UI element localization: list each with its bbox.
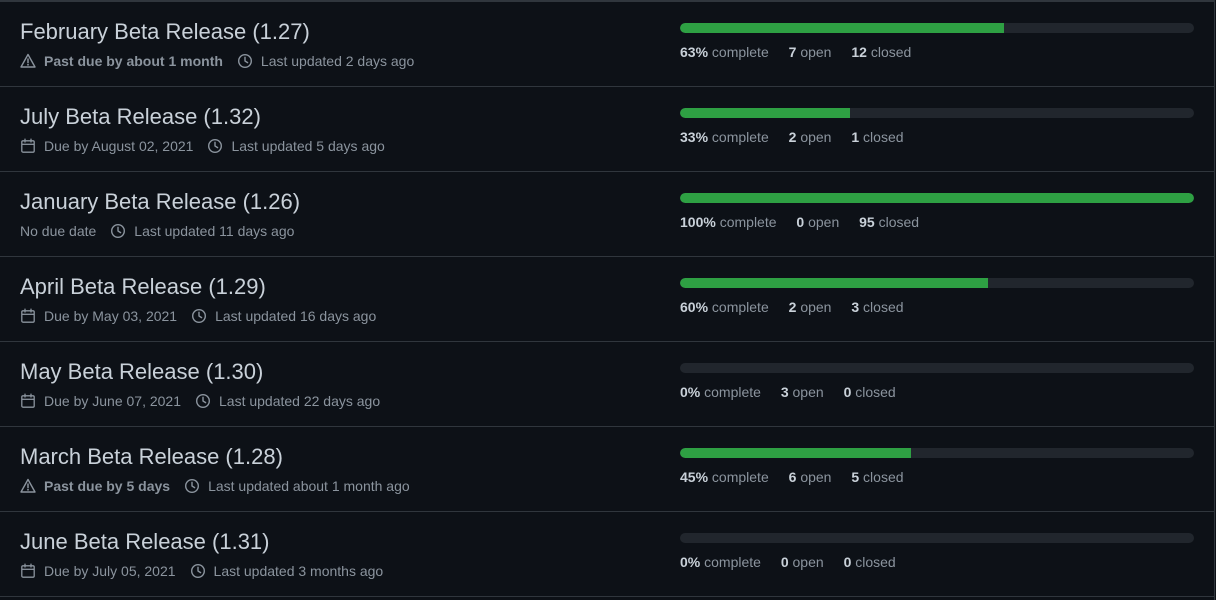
- updated-text: Last updated 22 days ago: [219, 393, 381, 409]
- updated-text: Last updated 11 days ago: [134, 223, 295, 239]
- updated-info: Last updated 3 months ago: [190, 562, 384, 580]
- due-text: No due date: [20, 223, 97, 239]
- milestone-row: June Beta Release (1.31) Due by July 05,…: [0, 512, 1214, 597]
- progress-fill: [680, 448, 912, 458]
- clock-icon: [207, 138, 223, 154]
- closed-count[interactable]: 0 closed: [844, 553, 896, 571]
- due-text: Due by July 05, 2021: [44, 563, 176, 579]
- clock-icon: [110, 223, 126, 239]
- due-text: Due by May 03, 2021: [44, 308, 178, 324]
- open-count[interactable]: 2 open: [789, 298, 832, 316]
- alert-icon: [20, 53, 36, 69]
- due-info: Due by June 07, 2021: [20, 392, 181, 410]
- milestone-title[interactable]: January Beta Release (1.26): [20, 188, 308, 216]
- updated-text: Last updated 16 days ago: [215, 308, 377, 324]
- milestone-row: January Beta Release (1.26) No due date …: [0, 172, 1214, 257]
- due-text: Past due by 5 days: [44, 478, 171, 494]
- calendar-icon: [20, 393, 36, 409]
- open-count[interactable]: 3 open: [781, 383, 824, 401]
- open-count[interactable]: 0 open: [796, 213, 839, 231]
- closed-count[interactable]: 3 closed: [851, 298, 903, 316]
- milestone-row: April Beta Release (1.29) Due by May 03,…: [0, 257, 1214, 342]
- closed-count[interactable]: 0 closed: [844, 383, 896, 401]
- percent-complete: 100% complete: [680, 214, 777, 230]
- milestone-row: February Beta Release (1.27) Past due by…: [0, 2, 1214, 87]
- updated-info: Last updated 16 days ago: [191, 307, 376, 325]
- milestone-title[interactable]: June Beta Release (1.31): [20, 528, 397, 556]
- alert-icon: [20, 478, 36, 494]
- milestone-title[interactable]: February Beta Release (1.27): [20, 18, 428, 46]
- progress-bar: [680, 193, 1194, 203]
- milestone-title[interactable]: March Beta Release (1.28): [20, 443, 424, 471]
- due-text: Past due by about 1 month: [44, 53, 223, 69]
- clock-icon: [184, 478, 200, 494]
- milestone-title[interactable]: April Beta Release (1.29): [20, 273, 390, 301]
- clock-icon: [195, 393, 211, 409]
- progress-bar: [680, 108, 1194, 118]
- closed-count[interactable]: 12 closed: [851, 43, 911, 61]
- progress-fill: [680, 278, 989, 288]
- closed-count[interactable]: 5 closed: [851, 468, 903, 486]
- open-count[interactable]: 6 open: [789, 468, 832, 486]
- updated-info: Last updated 5 days ago: [207, 137, 385, 155]
- open-count[interactable]: 0 open: [781, 553, 824, 571]
- due-text: Due by June 07, 2021: [44, 393, 181, 409]
- updated-text: Last updated 2 days ago: [260, 53, 415, 69]
- progress-fill: [680, 108, 850, 118]
- calendar-icon: [20, 563, 36, 579]
- percent-complete: 60% complete: [680, 299, 769, 315]
- milestone-row: May Beta Release (1.30) Due by June 07, …: [0, 342, 1214, 427]
- due-info: Past due by 5 days: [20, 477, 170, 495]
- updated-text: Last updated 5 days ago: [231, 138, 385, 154]
- open-count[interactable]: 7 open: [789, 43, 832, 61]
- progress-bar: [680, 448, 1194, 458]
- updated-text: Last updated 3 months ago: [213, 563, 384, 579]
- milestones-list: February Beta Release (1.27) Past due by…: [0, 0, 1215, 600]
- due-text: Due by August 02, 2021: [44, 138, 194, 154]
- milestone-title[interactable]: July Beta Release (1.32): [20, 103, 399, 131]
- milestone-row: March Beta Release (1.28) Past due by 5 …: [0, 427, 1214, 512]
- progress-bar: [680, 23, 1194, 33]
- closed-count[interactable]: 1 closed: [851, 128, 903, 146]
- due-info: Due by July 05, 2021: [20, 562, 176, 580]
- clock-icon: [190, 563, 206, 579]
- progress-bar: [680, 363, 1194, 373]
- updated-info: Last updated about 1 month ago: [184, 477, 410, 495]
- progress-fill: [680, 193, 1194, 203]
- updated-info: Last updated 11 days ago: [110, 222, 294, 240]
- open-count[interactable]: 2 open: [789, 128, 832, 146]
- updated-info: Last updated 2 days ago: [237, 52, 414, 70]
- percent-complete: 0% complete: [680, 554, 761, 570]
- calendar-icon: [20, 138, 36, 154]
- clock-icon: [237, 53, 253, 69]
- closed-count[interactable]: 95 closed: [859, 213, 919, 231]
- milestone-row: July Beta Release (1.32) Due by August 0…: [0, 87, 1214, 172]
- due-info: Past due by about 1 month: [20, 52, 223, 70]
- progress-fill: [680, 23, 1004, 33]
- clock-icon: [191, 308, 207, 324]
- percent-complete: 33% complete: [680, 129, 769, 145]
- percent-complete: 45% complete: [680, 469, 769, 485]
- due-info: Due by May 03, 2021: [20, 307, 177, 325]
- progress-bar: [680, 533, 1194, 543]
- updated-info: Last updated 22 days ago: [195, 392, 380, 410]
- progress-bar: [680, 278, 1194, 288]
- updated-text: Last updated about 1 month ago: [208, 478, 410, 494]
- percent-complete: 0% complete: [680, 384, 761, 400]
- due-info: Due by August 02, 2021: [20, 137, 193, 155]
- calendar-icon: [20, 308, 36, 324]
- percent-complete: 63% complete: [680, 44, 769, 60]
- due-info: No due date: [20, 222, 96, 240]
- milestone-title[interactable]: May Beta Release (1.30): [20, 358, 394, 386]
